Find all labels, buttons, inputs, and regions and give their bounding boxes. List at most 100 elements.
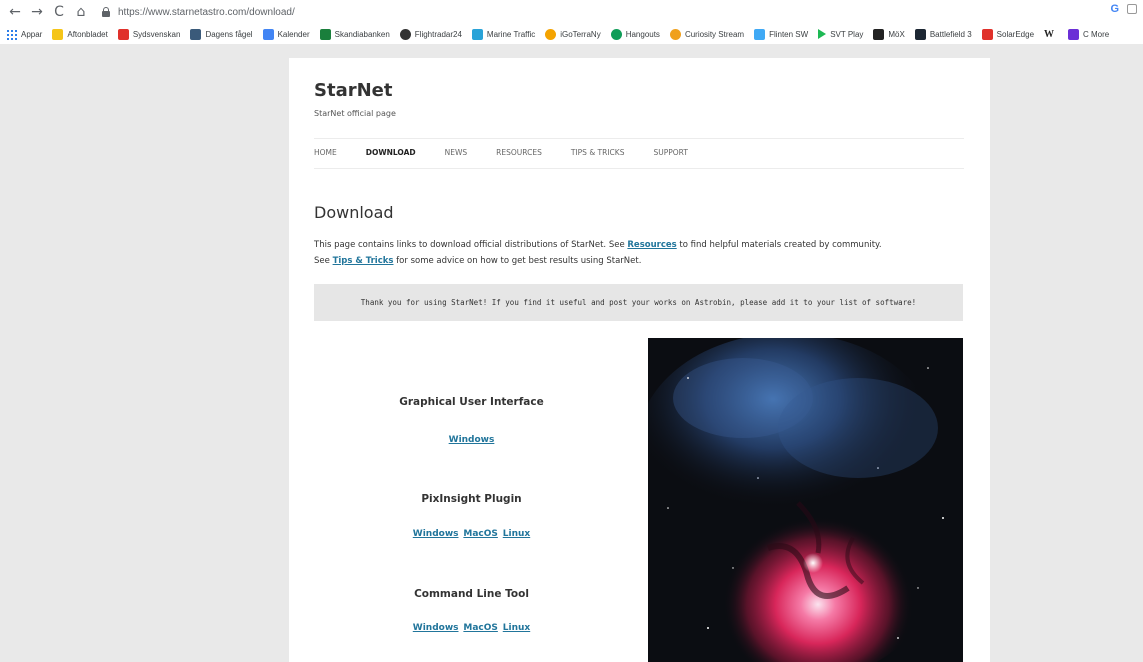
section-title-cli: Command Line Tool (414, 588, 529, 600)
bookmarks-bar: Appar Aftonbladet Sydsvenskan Dagens fågel K… (0, 24, 1143, 44)
cli-windows-link[interactable]: Windows (413, 623, 459, 633)
site-title[interactable]: StarNet (314, 80, 392, 101)
bookmark-label: Flinten SW (769, 29, 809, 39)
bookmark-label: C More (1083, 29, 1110, 39)
main-navigation: HOME DOWNLOAD NEWS RESOURCES TIPS & TRIC… (314, 148, 717, 157)
bookmark-kalender[interactable]: Kalender (262, 28, 310, 40)
bookmark-sydsvenskan[interactable]: Sydsvenskan (117, 28, 181, 40)
bookmark-battlefield-3[interactable]: Battlefield 3 (914, 28, 972, 40)
page-card: StarNet StarNet official page HOME DOWNL… (289, 58, 990, 662)
bookmark-solaredge[interactable]: SolarEdge (981, 28, 1034, 40)
bookmark-aftonbladet[interactable]: Aftonbladet (52, 28, 108, 40)
browser-address-bar: ← → C ⌂ https://www.starnetastro.com/dow… (0, 0, 1143, 24)
forward-icon[interactable]: → (28, 3, 46, 21)
nav-divider (314, 138, 964, 139)
bookmark-label: Dagens fågel (205, 29, 253, 39)
ship-icon (471, 28, 483, 40)
nav-item-resources[interactable]: RESOURCES (496, 148, 542, 157)
bookmark-marine-traffic[interactable]: Marine Traffic (471, 28, 536, 40)
bookmark-label: Flightradar24 (414, 29, 462, 39)
bookmark-label: Kalender (277, 29, 310, 39)
radar-icon (399, 28, 411, 40)
bookmark-wikipedia-icon[interactable]: W (1044, 29, 1058, 40)
bookmark-curiosity-stream[interactable]: Curiosity Stream (669, 28, 745, 40)
bookmark-label: Hangouts (625, 29, 660, 39)
cli-downloads: Windows MacOS Linux (314, 623, 629, 633)
downloads-column: Graphical User Interface Windows PixInsi… (314, 338, 629, 662)
nav-item-download[interactable]: DOWNLOAD (366, 148, 416, 157)
nav-item-tips-tricks[interactable]: TIPS & TRICKS (571, 148, 625, 157)
nav-item-support[interactable]: SUPPORT (653, 148, 687, 157)
aftonbladet-icon (52, 28, 64, 40)
nav-item-news[interactable]: NEWS (445, 148, 468, 157)
bookmark-svt-play[interactable]: SVT Play (818, 29, 863, 39)
bank-icon (319, 28, 331, 40)
pixinsight-macos-link[interactable]: MacOS (463, 529, 498, 539)
bookmark-igoterrany[interactable]: iGoTerraNy (545, 28, 601, 40)
intro-text-segment: for some advice on how to get best resul… (393, 256, 642, 266)
solaredge-icon (981, 28, 993, 40)
bookmark-label: Appar (21, 29, 43, 39)
bookmark-hangouts[interactable]: Hangouts (610, 28, 660, 40)
intro-text: This page contains links to download off… (314, 237, 974, 269)
trifid-nebula-image (648, 338, 963, 662)
binoculars-icon (873, 28, 885, 40)
gui-windows-link[interactable]: Windows (449, 435, 495, 445)
wikipedia-icon: W (1044, 28, 1055, 40)
hangouts-icon (610, 28, 622, 40)
bookmark-label: Skandiabanken (334, 29, 390, 39)
home-icon[interactable]: ⌂ (72, 3, 90, 21)
bookmark-label: Sydsvenskan (132, 29, 181, 39)
intro-text-segment: This page contains links to download off… (314, 240, 628, 250)
pixinsight-downloads: Windows MacOS Linux (314, 529, 629, 539)
flinten-icon (754, 28, 766, 40)
back-icon[interactable]: ← (6, 3, 24, 21)
intro-line-2: See Tips & Tricks for some advice on how… (314, 253, 974, 269)
bookmark-label: Aftonbladet (67, 29, 108, 39)
astrobin-notice: Thank you for using StarNet! If you find… (314, 284, 963, 321)
intro-text-segment: See (314, 256, 333, 266)
cli-macos-link[interactable]: MacOS (463, 623, 498, 633)
cli-linux-link[interactable]: Linux (503, 623, 530, 633)
bookmark-flinten-sw[interactable]: Flinten SW (754, 28, 809, 40)
nebula-graphic (648, 338, 963, 662)
calendar-icon (262, 28, 274, 40)
bookmark-flightradar24[interactable]: Flightradar24 (399, 28, 462, 40)
reload-icon[interactable]: C (50, 3, 68, 21)
bookmark-dagens-f-gel[interactable]: Dagens fågel (190, 28, 253, 40)
igoterra-icon (545, 28, 557, 40)
bookmark-skandiabanken[interactable]: Skandiabanken (319, 28, 390, 40)
pixinsight-linux-link[interactable]: Linux (503, 529, 530, 539)
bookmark-label: SVT Play (830, 29, 864, 39)
intro-text-segment: to find helpful materials created by com… (676, 240, 882, 250)
bookmark-m-x[interactable]: MöX (873, 28, 905, 40)
extension-icon[interactable] (1127, 4, 1137, 14)
nav-item-home[interactable]: HOME (314, 148, 337, 157)
sydsvenskan-icon (117, 28, 129, 40)
url-field[interactable]: https://www.starnetastro.com/download/ (118, 7, 295, 18)
cmore-icon (1068, 28, 1080, 40)
play-icon (818, 29, 827, 39)
bookmark-label: Marine Traffic (486, 29, 536, 39)
lock-icon[interactable] (102, 7, 110, 17)
bookmark-label: Curiosity Stream (684, 29, 745, 39)
bookmark-label: MöX (888, 29, 905, 39)
gui-downloads: Windows (314, 435, 629, 445)
curiosity-icon (669, 28, 681, 40)
google-icon[interactable]: G (1110, 3, 1119, 15)
site-tagline: StarNet official page (314, 109, 396, 118)
bookmark-label: iGoTerraNy (560, 29, 601, 39)
pixinsight-windows-link[interactable]: Windows (413, 529, 459, 539)
intro-line-1: This page contains links to download off… (314, 237, 974, 253)
bookmark-appar[interactable]: Appar (6, 28, 43, 40)
nav-divider (314, 168, 964, 169)
page-title: Download (314, 203, 394, 222)
battlefield-icon (914, 28, 926, 40)
bookmark-c-more[interactable]: C More (1068, 28, 1110, 40)
bookmark-label: Battlefield 3 (929, 29, 972, 39)
tips-tricks-link[interactable]: Tips & Tricks (333, 256, 394, 266)
section-title-pixinsight: PixInsight Plugin (421, 493, 522, 505)
apps-grid-icon (6, 28, 17, 40)
bird-icon (190, 28, 202, 40)
resources-link[interactable]: Resources (627, 240, 676, 250)
